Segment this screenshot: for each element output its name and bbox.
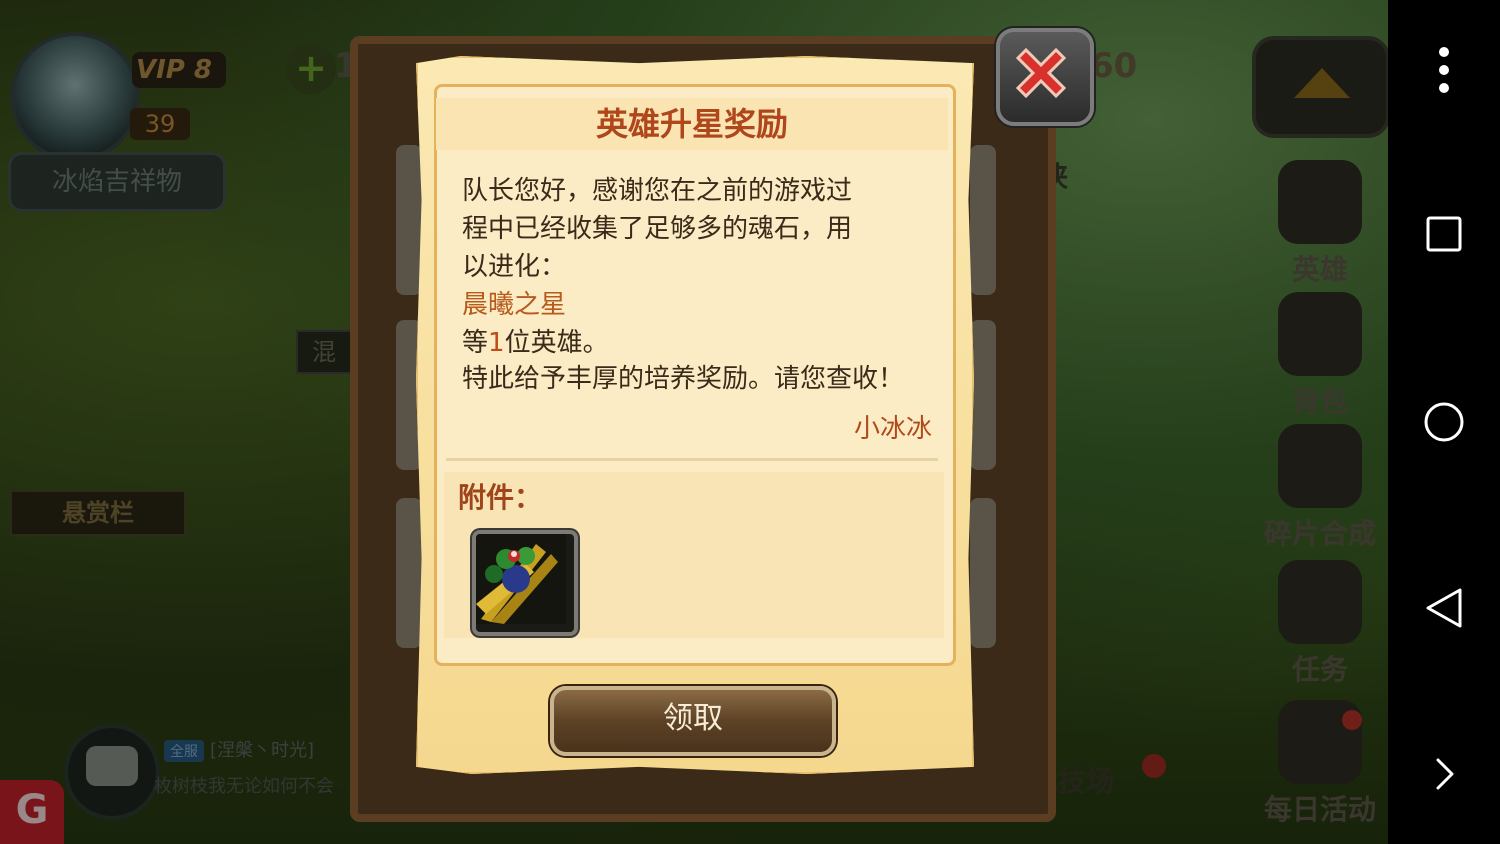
divider [446, 458, 938, 461]
chevron-right-icon [1436, 758, 1454, 790]
more-vert-icon [1439, 47, 1449, 93]
frame-tab [970, 498, 996, 648]
home-button[interactable] [1406, 384, 1482, 460]
frame-tab [970, 145, 996, 295]
close-icon [1015, 47, 1067, 99]
frame-tab [970, 320, 996, 470]
circle-icon [1424, 402, 1464, 442]
attachment-label: 附件： [458, 481, 543, 514]
close-button[interactable] [996, 28, 1094, 126]
attachment-item-slot[interactable] [472, 530, 578, 636]
herb-bundle-icon [476, 534, 566, 624]
recents-button[interactable] [1406, 196, 1482, 272]
hero-name: 晨曦之星 [462, 290, 567, 320]
hero-name-line: 晨曦之星 [462, 286, 932, 324]
back-button[interactable] [1406, 570, 1482, 646]
expand-button[interactable] [1406, 736, 1482, 812]
hero-count: 1 [488, 328, 505, 358]
square-icon [1426, 216, 1462, 252]
count-suffix: 位英雄。 [504, 328, 609, 358]
mail-closing-line: 特此给予丰厚的培养奖励。请您查收！ [462, 364, 905, 394]
frame-tab [396, 145, 422, 295]
claim-button[interactable]: 领取 [550, 686, 836, 756]
system-nav-bar [1388, 0, 1500, 844]
more-options-button[interactable] [1406, 32, 1482, 108]
dialog-title: 英雄升星奖励 [436, 98, 948, 150]
mail-signature: 小冰冰 [853, 414, 932, 444]
mail-body-line: 队长您好，感谢您在之前的游戏过 [462, 176, 853, 206]
count-prefix: 等 [462, 328, 489, 358]
hero-count-line: 等1位英雄。 [462, 324, 932, 362]
mail-body-line: 以进化： [462, 252, 567, 282]
triangle-back-icon [1426, 588, 1462, 628]
mail-body-line: 程中已经收集了足够多的魂石，用 [462, 214, 853, 244]
frame-tab [396, 498, 422, 648]
